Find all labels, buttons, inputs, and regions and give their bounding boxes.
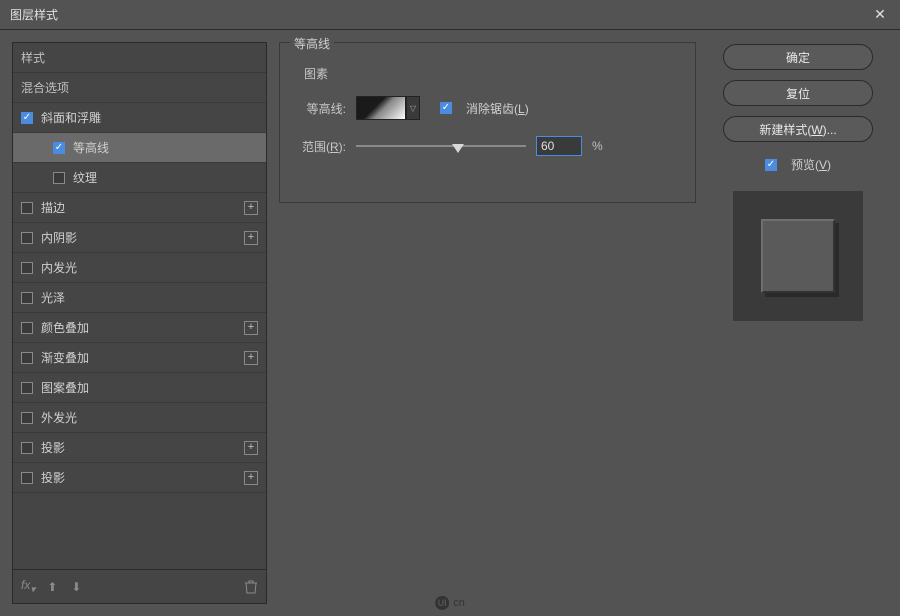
watermark-text: cn	[453, 597, 465, 609]
range-slider[interactable]	[356, 137, 526, 155]
style-checkbox[interactable]	[53, 172, 65, 184]
close-icon[interactable]: ✕	[870, 5, 890, 25]
subgroup-title: 图素	[296, 65, 679, 82]
titlebar: 图层样式 ✕	[0, 0, 900, 30]
add-effect-icon[interactable]: +	[244, 351, 258, 365]
label: 混合选项	[21, 79, 258, 96]
contour-dropdown[interactable]: ▽	[406, 96, 420, 120]
add-effect-icon[interactable]: +	[244, 471, 258, 485]
style-label: 斜面和浮雕	[41, 109, 258, 126]
preview-checkbox[interactable]	[765, 159, 777, 171]
style-row[interactable]: 纹理	[13, 163, 266, 193]
style-checkbox[interactable]	[21, 322, 33, 334]
style-label: 渐变叠加	[41, 349, 258, 366]
ok-button[interactable]: 确定	[723, 44, 873, 70]
contour-row: 等高线: ▽ 消除锯齿(L)	[296, 96, 679, 120]
watermark-badge: UI	[435, 596, 449, 610]
style-row[interactable]: 投影+	[13, 463, 266, 493]
sidebar-header-blend[interactable]: 混合选项	[13, 73, 266, 103]
settings-panel: 等高线 图素 等高线: ▽ 消除锯齿(L) 范围(R):	[279, 42, 696, 604]
style-checkbox[interactable]	[21, 202, 33, 214]
contour-label: 等高线:	[296, 100, 346, 117]
range-row: 范围(R): %	[296, 136, 679, 156]
preview-label: 预览(V)	[791, 156, 831, 173]
action-panel: 确定 复位 新建样式(W)... 预览(V)	[708, 42, 888, 604]
style-row[interactable]: 投影+	[13, 433, 266, 463]
sidebar-footer: fx▾ ⬆ ⬇	[13, 569, 266, 603]
window-title: 图层样式	[10, 6, 58, 23]
style-label: 内阴影	[41, 229, 258, 246]
style-checkbox[interactable]	[53, 142, 65, 154]
preview-swatch	[761, 219, 835, 293]
styles-list: 样式 混合选项 斜面和浮雕等高线纹理描边+内阴影+内发光光泽颜色叠加+渐变叠加+…	[13, 43, 266, 569]
style-label: 外发光	[41, 409, 258, 426]
down-arrow-icon[interactable]: ⬇	[69, 580, 83, 594]
styles-sidebar: 样式 混合选项 斜面和浮雕等高线纹理描边+内阴影+内发光光泽颜色叠加+渐变叠加+…	[12, 42, 267, 604]
style-label: 投影	[41, 469, 258, 486]
style-row[interactable]: 描边+	[13, 193, 266, 223]
style-checkbox[interactable]	[21, 112, 33, 124]
style-checkbox[interactable]	[21, 292, 33, 304]
style-label: 投影	[41, 439, 258, 456]
style-label: 光泽	[41, 289, 258, 306]
style-label: 等高线	[73, 139, 258, 156]
new-style-button[interactable]: 新建样式(W)...	[723, 116, 873, 142]
style-row[interactable]: 外发光	[13, 403, 266, 433]
group-title: 等高线	[290, 35, 334, 52]
label: 样式	[21, 49, 258, 66]
style-checkbox[interactable]	[21, 352, 33, 364]
range-unit: %	[592, 139, 603, 153]
style-row[interactable]: 斜面和浮雕	[13, 103, 266, 133]
style-row[interactable]: 颜色叠加+	[13, 313, 266, 343]
style-checkbox[interactable]	[21, 382, 33, 394]
style-label: 纹理	[73, 169, 258, 186]
style-checkbox[interactable]	[21, 472, 33, 484]
style-row[interactable]: 渐变叠加+	[13, 343, 266, 373]
style-row[interactable]: 内发光	[13, 253, 266, 283]
antialias-checkbox[interactable]	[440, 102, 452, 114]
add-effect-icon[interactable]: +	[244, 441, 258, 455]
reset-button[interactable]: 复位	[723, 80, 873, 106]
style-label: 颜色叠加	[41, 319, 258, 336]
range-label: 范围(R):	[296, 138, 346, 155]
fx-icon[interactable]: fx▾	[21, 578, 35, 595]
contour-picker[interactable]	[356, 96, 406, 120]
add-effect-icon[interactable]: +	[244, 321, 258, 335]
style-checkbox[interactable]	[21, 442, 33, 454]
add-effect-icon[interactable]: +	[244, 201, 258, 215]
trash-icon[interactable]	[244, 580, 258, 594]
watermark: UI cn	[435, 596, 465, 610]
style-label: 内发光	[41, 259, 258, 276]
style-checkbox[interactable]	[21, 412, 33, 424]
range-input[interactable]	[536, 136, 582, 156]
style-row[interactable]: 光泽	[13, 283, 266, 313]
style-label: 描边	[41, 199, 258, 216]
style-checkbox[interactable]	[21, 232, 33, 244]
add-effect-icon[interactable]: +	[244, 231, 258, 245]
style-row[interactable]: 内阴影+	[13, 223, 266, 253]
up-arrow-icon[interactable]: ⬆	[45, 580, 59, 594]
preview-thumbnail	[733, 191, 863, 321]
preview-checkbox-wrap[interactable]: 预览(V)	[765, 156, 831, 173]
antialias-checkbox-wrap[interactable]: 消除锯齿(L)	[440, 100, 529, 117]
dialog-content: 样式 混合选项 斜面和浮雕等高线纹理描边+内阴影+内发光光泽颜色叠加+渐变叠加+…	[0, 30, 900, 616]
antialias-label: 消除锯齿(L)	[466, 100, 529, 117]
style-row[interactable]: 图案叠加	[13, 373, 266, 403]
sidebar-header-styles[interactable]: 样式	[13, 43, 266, 73]
style-checkbox[interactable]	[21, 262, 33, 274]
style-row[interactable]: 等高线	[13, 133, 266, 163]
contour-group: 等高线 图素 等高线: ▽ 消除锯齿(L) 范围(R):	[279, 42, 696, 203]
style-label: 图案叠加	[41, 379, 258, 396]
